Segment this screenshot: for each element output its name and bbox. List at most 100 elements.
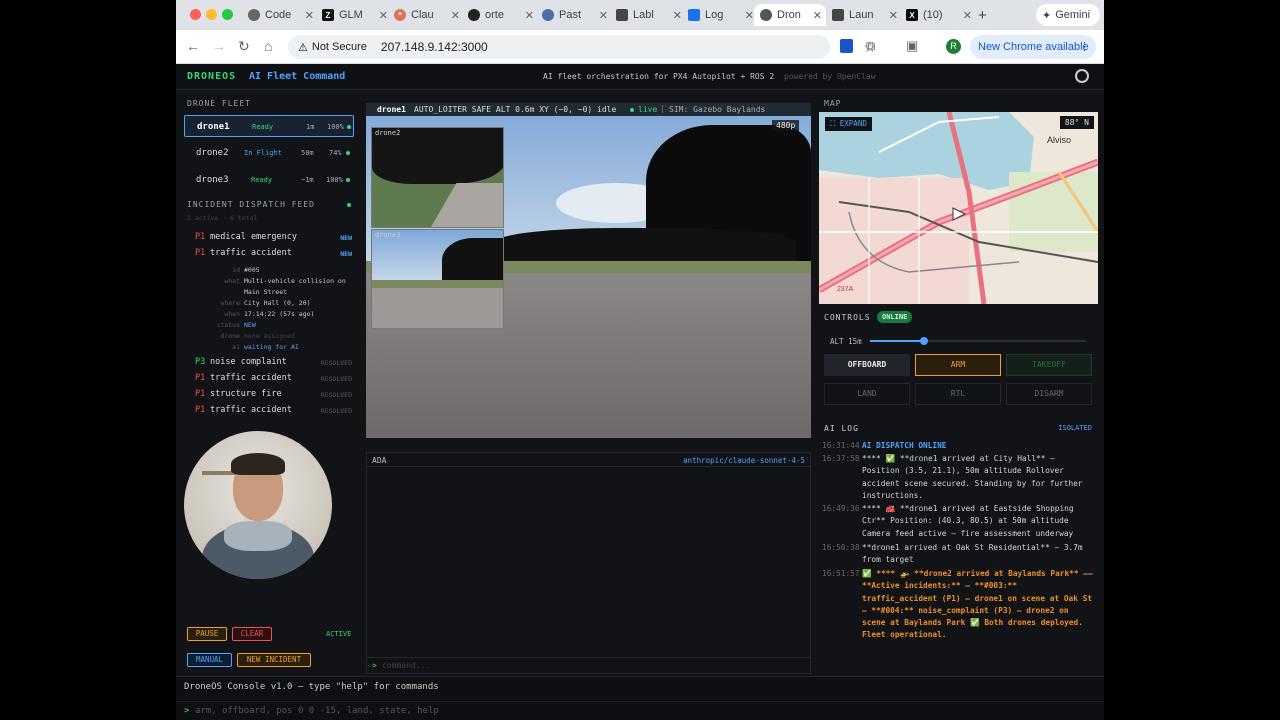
video-drone-name: drone1 (377, 105, 406, 114)
map-view[interactable]: ⛶ EXPAND 88° N Alviso 237A (819, 112, 1098, 304)
incident-item[interactable]: P1 medical emergency NEW (190, 232, 356, 246)
close-tab-icon[interactable]: ✕ (451, 9, 460, 22)
console-input[interactable]: > arm, offboard, pos 0 0 -15, land, stat… (176, 701, 1104, 720)
chat-placeholder: command... (382, 661, 431, 670)
close-tab-icon[interactable]: ✕ (745, 9, 754, 22)
back-arrow-icon[interactable]: ← (186, 38, 200, 54)
resolution-badge[interactable]: 480p (772, 120, 800, 131)
arm-button[interactable]: ARM (915, 354, 1001, 376)
close-tab-icon[interactable]: ✕ (963, 9, 972, 22)
browser-tab[interactable]: * Clau ✕ (394, 4, 464, 26)
chrome-update-button[interactable]: New Chrome available ⋮ (970, 35, 1096, 59)
browser-tab[interactable]: X (10) ✕ (906, 4, 976, 26)
offboard-button[interactable]: OFFBOARD (824, 354, 910, 376)
drone-battery: 74% (329, 149, 342, 157)
globe-icon (542, 9, 554, 21)
incident-item[interactable]: P3 noise complaint RESOLVED (190, 357, 356, 371)
section-title: CONTROLS (824, 313, 871, 322)
browser-tab[interactable]: Code ✕ (248, 4, 318, 26)
zoom-window-button[interactable] (222, 9, 233, 20)
log-time: 16:50:38 (822, 543, 860, 552)
incident-summary: 2 active · 6 total (187, 214, 258, 222)
omnibox[interactable]: ⚠ Not Secure 207.148.9.142:3000 ☆ (288, 35, 876, 59)
section-title: AI LOG (824, 424, 859, 433)
pause-button[interactable]: PAUSE (187, 627, 227, 641)
close-tab-icon[interactable]: ✕ (813, 9, 822, 22)
gemini-label: Gemini (1055, 9, 1091, 21)
altitude-thumb[interactable] (920, 337, 928, 345)
drone-row[interactable]: drone1 Ready 1m 100% (184, 115, 354, 137)
status-dot-icon (346, 151, 350, 155)
incident-item[interactable]: P1 traffic accident RESOLVED (190, 405, 356, 419)
expand-map-button[interactable]: ⛶ EXPAND (825, 117, 872, 131)
incident-item[interactable]: P1 traffic accident RESOLVED (190, 373, 356, 387)
priority-badge: P3 (195, 357, 206, 367)
priority-badge: P1 (195, 405, 206, 415)
drone3-inset[interactable]: drone3 (371, 229, 504, 329)
tab-label: (10) (923, 9, 943, 21)
close-tab-icon[interactable]: ✕ (379, 9, 388, 22)
avatar[interactable]: R (946, 39, 961, 54)
close-tab-icon[interactable]: ✕ (525, 9, 534, 22)
live-dot-icon (347, 203, 351, 207)
drone2-inset[interactable]: drone2 (371, 127, 504, 228)
inset-grass (372, 280, 503, 288)
reload-icon[interactable]: ↻ (238, 38, 250, 55)
github-icon[interactable] (1075, 69, 1089, 83)
model-name[interactable]: anthropic/claude-sonnet-4-5 (683, 456, 805, 465)
browser-tab[interactable]: Past ✕ (542, 4, 612, 26)
forward-arrow-icon[interactable]: → (212, 38, 226, 54)
new-tab-button[interactable]: + (978, 4, 992, 26)
drone-row[interactable]: drone3 Ready ~1m 100% (184, 169, 354, 191)
minimize-window-button[interactable] (206, 9, 217, 20)
status-dot-icon (346, 178, 350, 182)
extensions-puzzle-icon[interactable]: ⧉ (866, 38, 875, 54)
disarm-button[interactable]: DISARM (1006, 383, 1092, 405)
incident-name: noise complaint (210, 357, 287, 367)
url-text: 207.148.9.142:3000 (380, 40, 488, 54)
label-icon (616, 9, 628, 21)
browser-tab[interactable]: Log ✕ (688, 4, 758, 26)
browser-tab-active[interactable]: Dron ✕ (754, 4, 826, 26)
tab-label: Dron (777, 9, 801, 21)
drone-name: drone3 (196, 175, 229, 185)
rtl-button[interactable]: RTL (915, 383, 1001, 405)
close-tab-icon[interactable]: ✕ (599, 9, 608, 22)
incident-item[interactable]: P1 structure fire RESOLVED (190, 389, 356, 403)
new-incident-button[interactable]: NEW INCIDENT (237, 653, 311, 667)
incident-item[interactable]: P1 traffic accident NEW (190, 248, 356, 262)
extension-shield-icon[interactable] (840, 39, 853, 53)
console-hint: arm, offboard, pos 0 0 -15, land, state,… (195, 706, 439, 716)
manual-button[interactable]: MANUAL (187, 653, 232, 667)
close-tab-icon[interactable]: ✕ (889, 9, 898, 22)
close-tab-icon[interactable]: ✕ (305, 9, 314, 22)
detail-value: none assigned (244, 332, 295, 340)
gemini-button[interactable]: ✦ Gemini (1036, 4, 1100, 26)
log-text: AI DISPATCH ONLINE (862, 441, 947, 450)
log-text: ✅ **** 🚁 **drone2 arrived at Baylands Pa… (862, 569, 1093, 640)
browser-tab-bar: Code ✕ Z GLM ✕ * Clau ✕ orte ✕ Past ✕ La… (176, 0, 1104, 30)
globe-icon (760, 9, 772, 21)
close-window-button[interactable] (190, 9, 201, 20)
security-label: Not Secure (311, 41, 367, 53)
drone-row[interactable]: drone2 In Flight 50m 74% (184, 142, 354, 164)
home-icon[interactable]: ⌂ (264, 38, 272, 54)
close-tab-icon[interactable]: ✕ (673, 9, 682, 22)
browser-tab[interactable]: orte ✕ (468, 4, 538, 26)
chat-input[interactable]: > command... (367, 657, 810, 673)
takeoff-button[interactable]: TAKEOFF (1006, 354, 1092, 376)
expand-icon: ⛶ (830, 119, 836, 128)
altitude-slider[interactable] (870, 337, 1086, 345)
agent-name: ADA (372, 456, 387, 465)
kebab-menu-icon[interactable]: ⋮ (1079, 35, 1090, 59)
browser-tab[interactable]: Z GLM ✕ (322, 4, 392, 26)
cast-icon[interactable]: ▣ (906, 38, 918, 54)
tab-label: Code (265, 9, 292, 21)
browser-tab[interactable]: Laun ✕ (832, 4, 902, 26)
incident-state: RESOLVED (320, 359, 352, 367)
clear-button[interactable]: CLEAR (232, 627, 272, 641)
browser-tab[interactable]: Labl ✕ (616, 4, 686, 26)
log-text: **drone1 arrived at Oak St Residential**… (862, 543, 1083, 565)
tagline: AI fleet orchestration for PX4 Autopilot… (543, 72, 775, 81)
land-button[interactable]: LAND (824, 383, 910, 405)
